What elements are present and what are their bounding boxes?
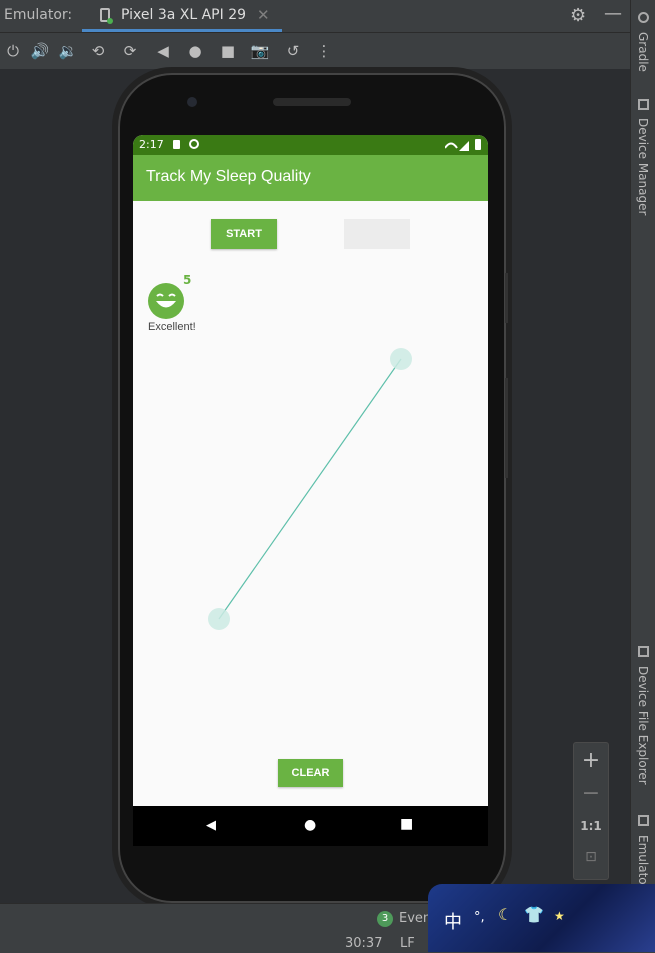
line-separator[interactable]: LF — [400, 936, 415, 951]
nav-home-icon[interactable]: ● — [304, 817, 316, 833]
emulator-header: Emulator: Pixel 3a XL API 29 ✕ ⚙ — — [0, 0, 630, 33]
volume-up-icon[interactable]: 🔊 — [30, 41, 50, 61]
camera-icon[interactable]: 📷 — [250, 41, 270, 61]
emulator-tool-icon — [638, 815, 649, 826]
android-nav-bar: ◀ ● ■ — [133, 806, 488, 846]
earpiece-speaker — [273, 98, 351, 106]
replay-icon[interactable]: ↺ — [283, 41, 303, 61]
device-icon — [100, 8, 113, 24]
right-tool-bar: Gradle Device Manager Device File Explor… — [630, 0, 655, 895]
rotate-right-icon[interactable]: ⟳ — [120, 41, 140, 61]
emulator-toolbar: ⏻ 🔊 🔉 ⟲ ⟳ ◀ ● ■ 📷 ↺ ⋮ — [0, 33, 630, 69]
volume-rocker — [505, 378, 508, 478]
tool-emulator[interactable]: Emulator — [636, 835, 650, 890]
minimize-icon[interactable]: — — [604, 3, 622, 24]
home-icon[interactable]: ● — [185, 41, 205, 61]
rotate-left-icon[interactable]: ⟲ — [88, 41, 108, 61]
tool-device-manager[interactable]: Device Manager — [636, 118, 650, 215]
swipe-end-point — [390, 348, 412, 370]
tab-active-indicator — [82, 29, 282, 32]
zoom-controls: + − 1:1 ⊡ — [573, 742, 609, 880]
zoom-in-button[interactable]: + — [574, 748, 608, 773]
close-tab-icon[interactable]: ✕ — [257, 6, 270, 24]
cursor-position[interactable]: 30:37 — [345, 936, 382, 951]
ime-star-icon: ★ — [554, 909, 565, 923]
ime-punctuation-icon[interactable]: °, — [474, 910, 485, 925]
zoom-out-button[interactable]: − — [574, 781, 608, 806]
ime-chinese-icon[interactable]: 中 — [444, 908, 462, 934]
swipe-path-line — [218, 358, 402, 620]
swipe-start-point — [208, 608, 230, 630]
tool-gradle[interactable]: Gradle — [636, 32, 650, 72]
nav-recents-icon[interactable]: ■ — [400, 816, 413, 832]
power-icon[interactable]: ⏻ — [3, 41, 23, 61]
swipe-gesture-overlay — [208, 348, 412, 630]
ime-floating-toolbar: 中 °, ☾ 👕 ★ — [428, 884, 655, 952]
tool-device-file-explorer[interactable]: Device File Explorer — [636, 666, 650, 785]
ime-moon-icon[interactable]: ☾ — [498, 905, 512, 924]
gear-icon[interactable]: ⚙ — [570, 5, 586, 26]
nav-back-icon[interactable]: ◀ — [206, 818, 216, 833]
device-manager-icon — [638, 99, 649, 110]
zoom-one-to-one-button[interactable]: 1:1 — [574, 819, 608, 833]
overview-icon[interactable]: ■ — [218, 41, 238, 61]
device-file-explorer-icon — [638, 646, 649, 657]
front-camera — [187, 97, 197, 107]
clear-button[interactable]: CLEAR — [278, 759, 343, 787]
back-icon[interactable]: ◀ — [153, 41, 173, 61]
ime-skin-icon[interactable]: 👕 — [524, 905, 544, 924]
device-screen: 2:17 Track My Sleep Quality START STOP 5… — [133, 135, 488, 806]
tab-device[interactable]: Pixel 3a XL API 29 ✕ — [82, 0, 282, 32]
volume-down-icon[interactable]: 🔉 — [58, 41, 78, 61]
tab-device-label: Pixel 3a XL API 29 — [121, 7, 247, 23]
side-button — [505, 273, 508, 323]
event-count-badge[interactable]: 3 — [377, 911, 393, 927]
gradle-icon — [638, 12, 649, 23]
more-icon[interactable]: ⋮ — [314, 41, 334, 61]
fit-screen-icon[interactable]: ⊡ — [574, 849, 608, 865]
emulator-panel-label: Emulator: — [4, 7, 73, 23]
